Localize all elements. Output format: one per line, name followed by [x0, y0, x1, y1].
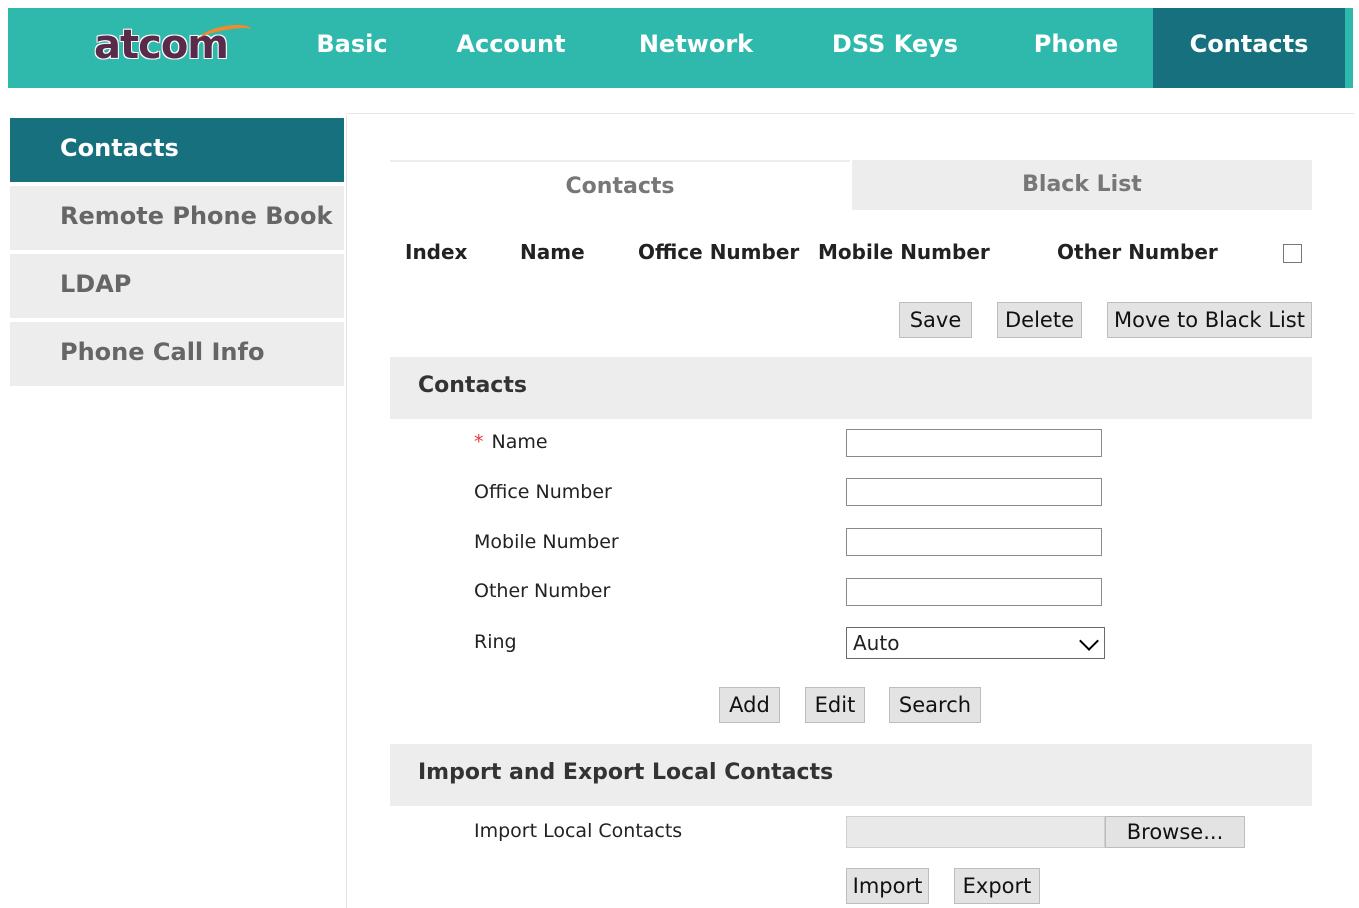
import-local-contacts-label: Import Local Contacts [474, 820, 683, 842]
sidebar-item-contacts[interactable]: Contacts [10, 118, 344, 182]
office-number-input[interactable] [846, 478, 1102, 506]
tab-contacts[interactable]: Contacts [390, 160, 850, 212]
edit-button[interactable]: Edit [805, 687, 865, 723]
column-name: Name [520, 240, 585, 264]
sidebar-item-ldap[interactable]: LDAP [10, 254, 344, 318]
contacts-section-header: Contacts [390, 357, 1312, 419]
other-number-input[interactable] [846, 578, 1102, 606]
column-index: Index [405, 240, 468, 264]
top-nav-bar: atcom Basic Account Network DSS Keys Pho… [8, 8, 1353, 88]
atcom-logo: atcom [94, 21, 264, 74]
content-divider [346, 113, 1354, 114]
import-file-path-field[interactable] [846, 816, 1105, 848]
nav-network[interactable]: Network [620, 8, 772, 88]
mobile-number-label: Mobile Number [474, 531, 619, 553]
nav-phone[interactable]: Phone [1012, 8, 1140, 88]
sidebar-item-phone-call-info[interactable]: Phone Call Info [10, 322, 344, 386]
nav-basic[interactable]: Basic [294, 8, 410, 88]
ring-label: Ring [474, 631, 517, 653]
ring-select-value: Auto [853, 631, 900, 655]
other-number-label: Other Number [474, 580, 611, 602]
select-all-checkbox[interactable] [1283, 244, 1302, 263]
browse-button[interactable]: Browse... [1105, 816, 1245, 848]
import-button[interactable]: Import [846, 868, 929, 904]
column-other-number: Other Number [1057, 240, 1218, 264]
mobile-number-input[interactable] [846, 528, 1102, 556]
import-export-section-header: Import and Export Local Contacts [390, 744, 1312, 806]
nav-contacts[interactable]: Contacts [1153, 8, 1345, 88]
required-asterisk: * [474, 431, 484, 453]
save-button[interactable]: Save [899, 302, 972, 338]
export-button[interactable]: Export [954, 868, 1040, 904]
name-label: * Name [474, 431, 548, 453]
tab-black-list[interactable]: Black List [852, 160, 1312, 210]
delete-button[interactable]: Delete [997, 302, 1082, 338]
name-label-text: Name [491, 431, 548, 453]
import-export-section-title: Import and Export Local Contacts [418, 760, 834, 785]
chevron-down-icon [1079, 631, 1099, 651]
sidebar: Contacts Remote Phone Book LDAP Phone Ca… [8, 116, 347, 908]
nav-dss-keys[interactable]: DSS Keys [812, 8, 978, 88]
name-input[interactable] [846, 429, 1102, 457]
ring-select[interactable]: Auto [846, 627, 1105, 659]
move-to-black-list-button[interactable]: Move to Black List [1107, 302, 1312, 338]
sidebar-item-remote-phone-book[interactable]: Remote Phone Book [10, 186, 344, 250]
add-button[interactable]: Add [719, 687, 780, 723]
nav-account[interactable]: Account [438, 8, 584, 88]
column-office-number: Office Number [638, 240, 800, 264]
search-button[interactable]: Search [889, 687, 981, 723]
contacts-section-title: Contacts [418, 373, 527, 398]
office-number-label: Office Number [474, 481, 612, 503]
column-mobile-number: Mobile Number [818, 240, 990, 264]
